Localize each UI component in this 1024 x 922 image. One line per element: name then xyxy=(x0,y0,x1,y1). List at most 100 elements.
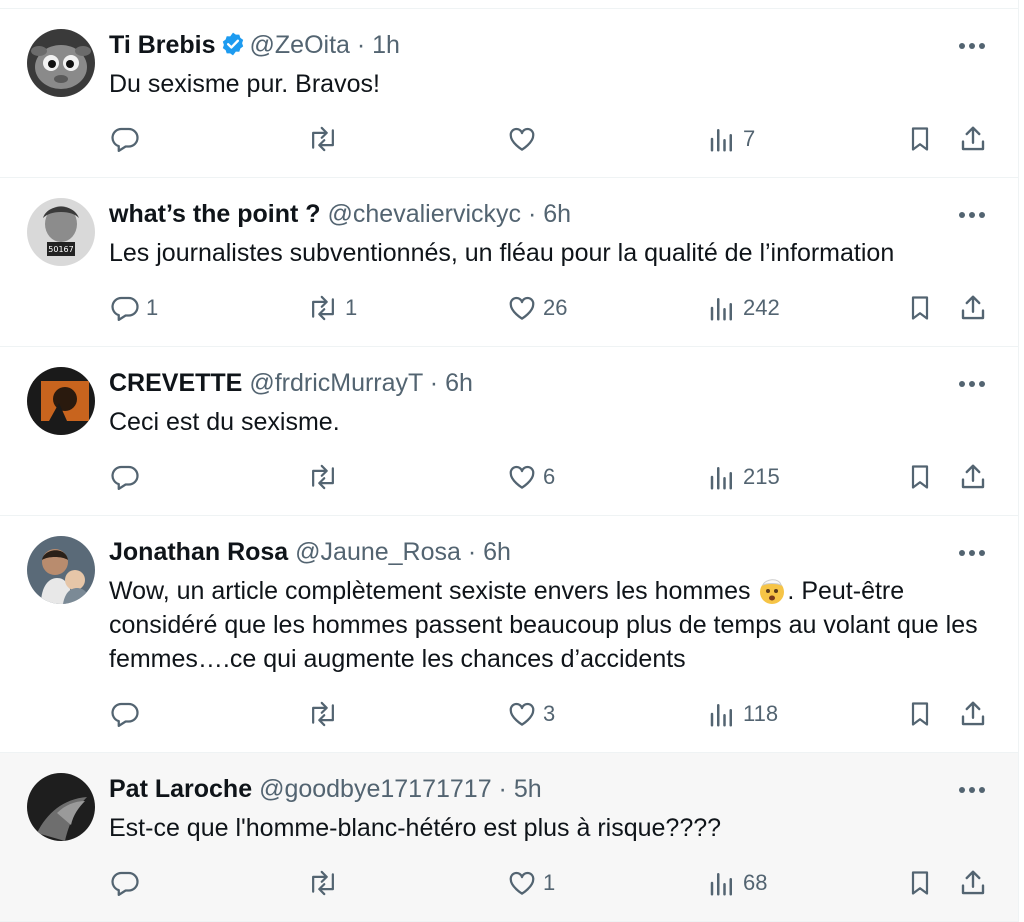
reply-button[interactable] xyxy=(110,459,146,495)
avatar[interactable] xyxy=(27,29,95,97)
repost-button[interactable] xyxy=(307,459,345,495)
display-name[interactable]: what’s the point ? xyxy=(109,200,321,228)
exploding-head-emoji xyxy=(757,575,787,605)
views-icon xyxy=(710,467,732,490)
handle[interactable]: @chevaliervickyc xyxy=(328,200,521,228)
bookmark-icon[interactable] xyxy=(906,699,934,729)
more-icon[interactable] xyxy=(958,42,986,50)
views-button[interactable]: 118 xyxy=(707,696,778,732)
display-name[interactable]: Pat Laroche xyxy=(109,775,252,803)
like-icon xyxy=(509,871,535,895)
repost-count: 1 xyxy=(345,295,358,320)
avatar[interactable]: 50167 xyxy=(27,198,95,266)
like-count: 26 xyxy=(543,295,568,320)
more-icon[interactable] xyxy=(958,380,986,388)
tweet-item[interactable]: 50167 what’s the point ? @chevaliervicky… xyxy=(0,178,1018,347)
share-icon[interactable] xyxy=(958,293,988,323)
handle[interactable]: @ZeOita xyxy=(250,31,350,59)
tweet-item[interactable]: Ti Brebis @ZeOita · 1h Du sexisme pur. Br… xyxy=(0,9,1018,178)
reply-icon xyxy=(111,465,139,490)
handle[interactable]: @frdricMurrayT xyxy=(249,369,423,397)
action-bar: 1 68 xyxy=(0,865,1018,901)
timestamp[interactable]: 1h xyxy=(372,31,400,59)
views-button[interactable]: 242 xyxy=(707,290,780,326)
repost-icon xyxy=(312,295,334,321)
repost-icon xyxy=(312,464,334,490)
repost-button[interactable]: 1 xyxy=(307,290,357,326)
views-button[interactable]: 7 xyxy=(707,121,755,157)
like-icon xyxy=(509,127,535,151)
avatar[interactable] xyxy=(27,367,95,435)
tweet-text: Wow, un article complètement sexiste env… xyxy=(109,575,978,673)
repost-icon xyxy=(312,701,334,727)
timestamp[interactable]: 5h xyxy=(514,775,542,803)
repost-button[interactable] xyxy=(307,865,345,901)
handle[interactable]: @Jaune_Rosa xyxy=(295,538,461,566)
reply-feed: Ti Brebis @ZeOita · 1h Du sexisme pur. Br… xyxy=(0,0,1019,922)
like-icon xyxy=(509,465,535,489)
views-count: 118 xyxy=(743,701,779,726)
reply-icon xyxy=(111,127,139,152)
reply-button[interactable] xyxy=(110,865,146,901)
views-count: 68 xyxy=(743,870,768,895)
more-icon[interactable] xyxy=(958,786,986,794)
more-icon[interactable] xyxy=(958,211,986,219)
views-count: 215 xyxy=(743,464,780,489)
tweet-text: Ceci est du sexisme. xyxy=(109,408,340,436)
repost-icon xyxy=(312,870,334,896)
display-name[interactable]: Jonathan Rosa xyxy=(109,538,288,566)
share-icon[interactable] xyxy=(958,462,988,492)
reply-button[interactable] xyxy=(110,696,146,732)
bookmark-icon[interactable] xyxy=(906,868,934,898)
tweet-item[interactable]: CREVETTE @frdricMurrayT · 6h Ceci est du… xyxy=(0,347,1018,516)
like-button[interactable]: 26 xyxy=(507,290,567,326)
more-icon[interactable] xyxy=(958,549,986,557)
reply-button[interactable]: 1 xyxy=(110,290,158,326)
tweet-header: Ti Brebis @ZeOita · 1h xyxy=(109,30,400,64)
views-button[interactable]: 68 xyxy=(707,865,767,901)
like-count: 1 xyxy=(543,870,556,895)
action-bar: 3 118 xyxy=(0,696,1018,732)
share-icon[interactable] xyxy=(958,868,988,898)
timestamp[interactable]: 6h xyxy=(543,200,571,228)
timestamp[interactable]: 6h xyxy=(445,369,473,397)
avatar[interactable] xyxy=(27,536,95,604)
tweet-header: Jonathan Rosa @Jaune_Rosa · 6h xyxy=(109,538,511,566)
action-bar: 7 xyxy=(0,121,1018,157)
like-button[interactable]: 1 xyxy=(507,865,555,901)
bookmark-icon[interactable] xyxy=(906,124,934,154)
action-bar: 1 1 26 242 xyxy=(0,290,1018,326)
like-count: 6 xyxy=(543,464,556,489)
repost-icon xyxy=(312,126,334,152)
timestamp[interactable]: 6h xyxy=(483,538,511,566)
tweet-item[interactable]: Pat Laroche @goodbye17171717 · 5h Est-ce… xyxy=(0,753,1018,922)
like-icon xyxy=(509,296,535,320)
views-button[interactable]: 215 xyxy=(707,459,780,495)
avatar[interactable] xyxy=(27,773,95,841)
tweet-text: Est-ce que l'homme-blanc-hétéro est plus… xyxy=(109,814,722,842)
like-button[interactable]: 6 xyxy=(507,459,555,495)
reply-button[interactable] xyxy=(110,121,146,157)
bookmark-icon[interactable] xyxy=(906,462,934,492)
reply-icon xyxy=(111,702,139,727)
views-count: 242 xyxy=(743,295,780,320)
repost-button[interactable] xyxy=(307,696,345,732)
tweet-header: CREVETTE @frdricMurrayT · 6h xyxy=(109,369,473,397)
tweet-header: Pat Laroche @goodbye17171717 · 5h xyxy=(109,775,542,803)
views-icon xyxy=(710,873,732,896)
reply-icon xyxy=(111,871,139,896)
display-name[interactable]: Ti Brebis xyxy=(109,31,216,59)
tweet-item[interactable]: Jonathan Rosa @Jaune_Rosa · 6h Wow, un a… xyxy=(0,516,1018,753)
bookmark-icon[interactable] xyxy=(906,293,934,323)
repost-button[interactable] xyxy=(307,121,345,157)
like-count: 3 xyxy=(543,701,556,726)
share-icon[interactable] xyxy=(958,124,988,154)
views-icon xyxy=(710,704,732,727)
tweet-text: Du sexisme pur. Bravos! xyxy=(109,70,380,98)
handle[interactable]: @goodbye17171717 xyxy=(259,775,492,803)
like-button[interactable]: 3 xyxy=(507,696,555,732)
share-icon[interactable] xyxy=(958,699,988,729)
display-name[interactable]: CREVETTE xyxy=(109,369,242,397)
verified-badge-icon xyxy=(220,31,246,64)
like-button[interactable] xyxy=(507,121,543,157)
